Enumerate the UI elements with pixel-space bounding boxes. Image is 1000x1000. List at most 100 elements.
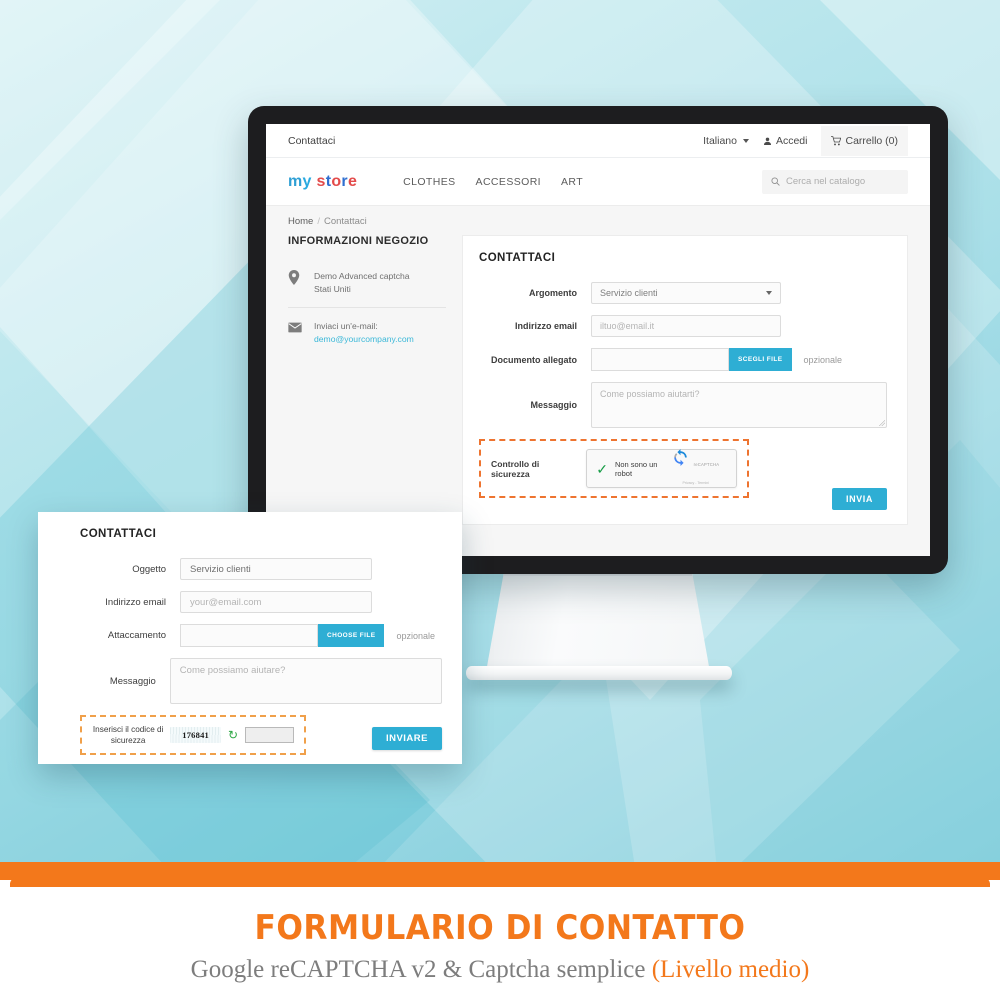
field-row-subject: Argomento Servizio clienti [479, 282, 887, 304]
monitor-stand-neck [486, 572, 710, 672]
front-captcha-label: Inserisci il codice di sicurezza [92, 725, 164, 746]
front-attachment-filename-field [180, 624, 318, 647]
store-email-row: Inviaci un'e-mail: demo@yourcompany.com [288, 306, 446, 353]
banner-title: FORMULARIO DI CONTATTO [254, 908, 746, 948]
message-textarea[interactable]: Come possiamo aiutarti? [591, 382, 887, 428]
subject-label: Argomento [529, 288, 577, 298]
attachment-label: Documento allegato [490, 354, 577, 365]
front-email-input[interactable]: your@email.com [180, 591, 372, 613]
page-body: Home / Contattaci INFORMAZIONI NEGOZIO D… [266, 206, 930, 556]
menu-item-art[interactable]: ART [561, 176, 583, 188]
store-address-line2: Stati Uniti [314, 283, 351, 294]
message-label: Messaggio [530, 400, 577, 410]
front-contact-form-card: CONTATTACI Oggetto Servizio clienti Indi… [38, 512, 462, 764]
email-label: Indirizzo email [514, 321, 577, 331]
front-message-textarea[interactable]: Come possiamo aiutare? [169, 658, 442, 704]
captcha-code-input[interactable] [245, 727, 294, 744]
store-email-label: Inviaci un'e-mail: [314, 320, 378, 331]
recaptcha-legal-links[interactable]: Privacy - Termini [682, 481, 709, 485]
front-captcha-highlight: Inserisci il codice di sicurezza 176841 … [80, 715, 306, 756]
language-selector[interactable]: Italiano [703, 135, 749, 147]
email-input[interactable]: iltuo@email.it [591, 315, 781, 337]
subject-select[interactable]: Servizio clienti [591, 282, 781, 304]
store-address-row: Demo Advanced captcha Stati Uniti [288, 263, 446, 303]
front-email-placeholder: your@email.com [190, 596, 262, 608]
envelope-icon [288, 320, 303, 338]
resize-grip-icon[interactable] [878, 419, 885, 426]
front-attachment-label: Attaccamento [107, 630, 166, 641]
main-menu: CLOTHES ACCESSORI ART [403, 176, 583, 188]
menu-item-accessori[interactable]: ACCESSORI [476, 176, 541, 188]
field-row-message: Messaggio Come possiamo aiutarti? [479, 382, 887, 428]
front-choose-file-button[interactable]: CHOOSE FILE [318, 624, 385, 647]
breadcrumb-separator: / [317, 216, 320, 227]
breadcrumb-home[interactable]: Home [288, 216, 313, 227]
cart-label: Carrello (0) [845, 134, 898, 147]
language-label: Italiano [703, 134, 737, 147]
cart-icon [831, 135, 842, 145]
contact-form-title: CONTATTACI [479, 252, 556, 264]
front-field-row-message: Messaggio Come possiamo aiutare? [56, 658, 442, 704]
store-address: Demo Advanced captcha Stati Uniti [314, 270, 410, 296]
desktop-monitor: Contattaci Italiano Accedi Carrello (0) … [248, 106, 948, 680]
recaptcha-brand-label: reCAPTCHA [693, 461, 720, 467]
attachment-optional-note: opzionale [803, 354, 843, 365]
front-attachment-optional-note: opzionale [396, 630, 435, 641]
contact-form-card: CONTATTACI Argomento Servizio clienti In… [462, 235, 908, 525]
captcha-image: 176841 [170, 727, 221, 744]
front-email-label: Indirizzo email [105, 596, 166, 608]
chevron-down-icon [742, 138, 749, 143]
user-icon [763, 137, 771, 145]
store-information-panel: INFORMAZIONI NEGOZIO Demo Advanced captc… [288, 235, 446, 525]
login-label: Accedi [775, 134, 808, 147]
field-row-attachment: Documento allegato SCEGLI FILE opzionale [479, 348, 887, 371]
recaptcha-brand: reCAPTCHA Privacy - Termini [664, 448, 727, 489]
chevron-down-icon [766, 291, 772, 295]
front-field-row-subject: Oggetto Servizio clienti [56, 558, 442, 580]
front-subject-label: Oggetto [132, 563, 166, 575]
store-info-title: INFORMAZIONI NEGOZIO [288, 235, 429, 247]
recaptcha-widget[interactable]: ✓ Non sono un robot reCAPTCHA Privacy - … [586, 448, 737, 489]
login-link[interactable]: Accedi [763, 134, 808, 147]
security-check-highlight: Controllo di sicurezza ✓ Non sono un rob… [479, 439, 749, 498]
site-top-nav: Contattaci Italiano Accedi Carrello (0) [266, 124, 930, 158]
front-message-placeholder: Come possiamo aiutare? [179, 665, 286, 676]
front-submit-button[interactable]: INVIARE [371, 727, 442, 750]
email-placeholder: iltuo@email.it [600, 321, 655, 331]
monitor-bezel: Contattaci Italiano Accedi Carrello (0) … [248, 106, 948, 574]
monitor-screen: Contattaci Italiano Accedi Carrello (0) … [266, 124, 930, 556]
recaptcha-logo-icon [674, 448, 687, 466]
front-message-label: Messaggio [109, 675, 156, 687]
submit-button[interactable]: INVIA [831, 488, 887, 510]
refresh-captcha-icon[interactable]: ↻ [228, 729, 238, 741]
monitor-stand-base [466, 666, 732, 680]
subject-selected-value: Servizio clienti [600, 288, 658, 298]
attachment-filename-field [591, 348, 729, 371]
store-email-link[interactable]: demo@yourcompany.com [314, 333, 414, 346]
banner-subtitle-plain: Google reCAPTCHA v2 & Captcha semplice [190, 956, 652, 983]
search-input[interactable]: Cerca nel catalogo [762, 169, 908, 194]
field-row-email: Indirizzo email iltuo@email.it [479, 315, 887, 337]
store-email-block: Inviaci un'e-mail: demo@yourcompany.com [314, 320, 414, 346]
menu-item-clothes[interactable]: CLOTHES [403, 176, 455, 188]
search-placeholder: Cerca nel catalogo [786, 176, 866, 187]
breadcrumb-current: Contattaci [323, 216, 367, 227]
front-card-title: CONTATTACI [80, 528, 157, 540]
search-icon [771, 177, 780, 186]
message-placeholder: Come possiamo aiutarti? [600, 389, 700, 399]
front-field-row-attachment: Attaccamento CHOOSE FILE opzionale [56, 624, 442, 647]
check-mark-icon: ✓ [596, 460, 608, 477]
location-pin-icon [288, 270, 303, 290]
front-subject-select[interactable]: Servizio clienti [180, 558, 372, 580]
site-main-header: my store CLOTHES ACCESSORI ART Cerca nel… [266, 158, 930, 206]
security-check-label: Controllo di sicurezza [491, 458, 540, 479]
recaptcha-text: Non sono un robot [614, 459, 658, 478]
top-nav-page-label: Contattaci [288, 134, 336, 147]
promo-banner: FORMULARIO DI CONTATTO Google reCAPTCHA … [10, 878, 990, 992]
breadcrumb: Home / Contattaci [288, 216, 908, 227]
banner-subtitle-highlight: (Livello medio) [651, 956, 810, 983]
banner-subtitle: Google reCAPTCHA v2 & Captcha semplice (… [10, 956, 990, 984]
cart-link[interactable]: Carrello (0) [821, 125, 908, 156]
store-logo[interactable]: my store [288, 173, 357, 191]
choose-file-button[interactable]: SCEGLI FILE [729, 348, 792, 371]
